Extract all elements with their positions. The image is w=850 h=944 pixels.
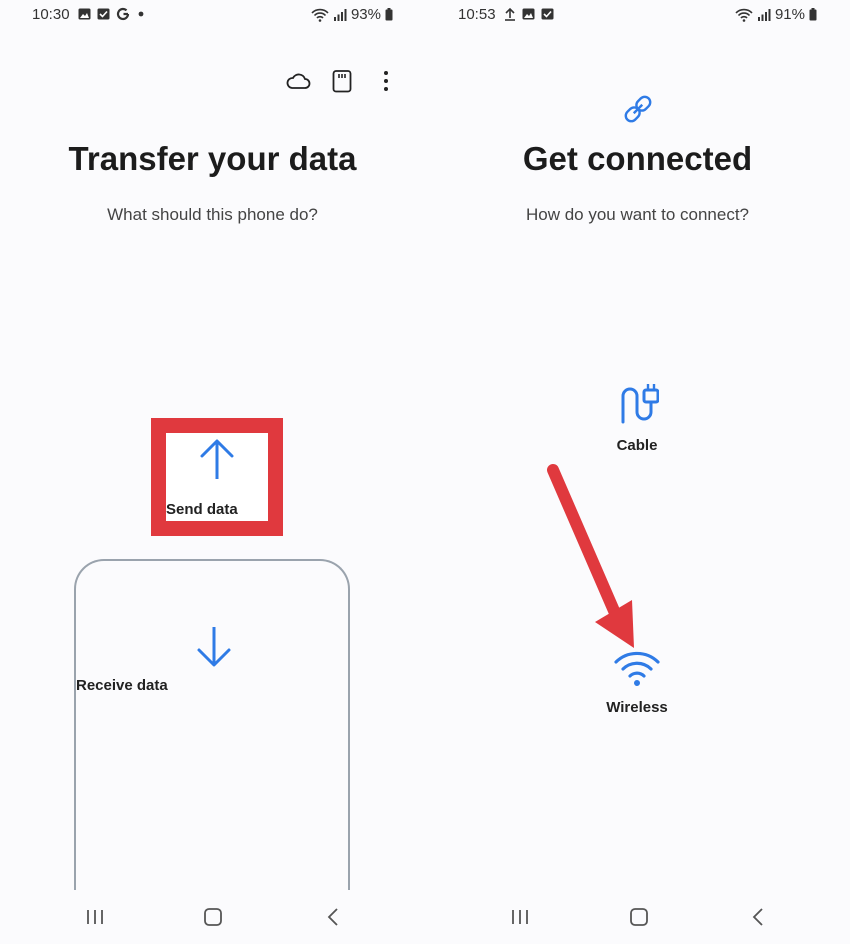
cable-option-button[interactable]: Cable [587,382,687,454]
receive-data-button[interactable]: Receive data [74,559,350,921]
left-screen: 10:30 93% Transfer your data What should… [0,0,425,944]
signal-icon [757,8,771,21]
navigation-bar [0,890,425,944]
gallery-icon [78,8,91,20]
page-subtitle: How do you want to connect? [525,205,750,224]
send-data-highlight: Send data [151,418,283,536]
recent-apps-icon[interactable] [80,902,110,932]
battery-icon [809,8,817,21]
back-icon[interactable] [743,902,773,932]
cable-icon [615,382,659,426]
gallery-icon [522,8,535,20]
upload-icon [504,7,516,21]
page-title: Get connected [522,140,753,177]
toolbar [285,66,399,96]
more-vertical-icon[interactable] [373,66,399,96]
status-bar: 10:53 91% [425,4,850,28]
checkbox-icon [541,8,554,20]
home-icon[interactable] [624,902,654,932]
annotation-arrow [547,464,634,648]
link-icon [621,92,655,126]
navigation-bar [425,890,850,944]
back-icon[interactable] [318,902,348,932]
arrow-up-icon [197,437,237,486]
home-icon[interactable] [198,902,228,932]
battery-percent: 91% [774,6,805,23]
system-icons: 93% [311,6,393,23]
wifi-status-icon [311,8,329,22]
battery-icon [385,8,393,21]
system-icons: 91% [735,6,817,23]
wifi-status-icon [735,8,753,22]
sd-card-icon[interactable] [329,66,355,96]
page-title: Transfer your data [68,140,357,177]
cloud-icon[interactable] [285,66,311,96]
notification-icons [504,7,554,21]
cable-label: Cable [616,437,658,454]
dot-icon [136,9,146,19]
notification-icons [78,7,146,21]
wireless-label: Wireless [606,699,668,716]
recent-apps-icon[interactable] [505,902,535,932]
page-subtitle: What should this phone do? [107,205,318,224]
receive-data-label: Receive data [76,677,168,694]
checkbox-icon [97,8,110,20]
signal-icon [333,8,347,21]
status-time: 10:30 [32,6,70,23]
battery-percent: 93% [350,6,381,23]
send-data-button[interactable]: Send data [166,433,268,521]
status-bar: 10:30 93% [0,4,425,28]
arrow-down-icon [194,625,234,674]
google-icon [116,7,130,21]
status-time: 10:53 [458,6,496,23]
send-data-label: Send data [166,501,238,518]
